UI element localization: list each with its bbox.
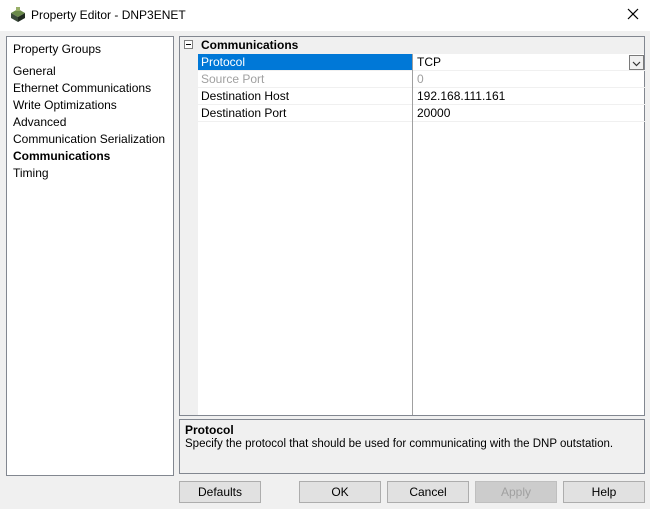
- column-divider[interactable]: [412, 54, 413, 415]
- protocol-dropdown-button[interactable]: [629, 55, 644, 70]
- property-name[interactable]: Protocol: [198, 54, 412, 70]
- property-groups-header: Property Groups: [13, 42, 102, 56]
- group-item-ethernet-communications[interactable]: Ethernet Communications: [13, 80, 165, 97]
- help-button[interactable]: Help: [563, 481, 645, 503]
- protocol-value-text: TCP: [417, 55, 441, 69]
- property-value[interactable]: 192.168.111.161: [413, 88, 645, 104]
- property-name[interactable]: Destination Host: [198, 88, 412, 104]
- group-item-advanced[interactable]: Advanced: [13, 114, 165, 131]
- help-description: Specify the protocol that should be used…: [185, 438, 614, 450]
- property-row-destination-host[interactable]: Destination Host 192.168.111.161: [198, 88, 645, 105]
- property-row-destination-port[interactable]: Destination Port 20000: [198, 105, 645, 122]
- apply-button[interactable]: Apply: [475, 481, 557, 503]
- title-bar: Property Editor - DNP3ENET: [0, 0, 650, 31]
- help-panel: Protocol Specify the protocol that shoul…: [179, 419, 645, 474]
- property-row-protocol[interactable]: Protocol TCP: [198, 54, 645, 71]
- group-item-communications[interactable]: Communications: [13, 148, 165, 165]
- category-row[interactable]: Communications: [180, 37, 644, 54]
- collapse-minus-icon[interactable]: [184, 40, 193, 49]
- group-item-communication-serialization[interactable]: Communication Serialization: [13, 131, 165, 148]
- group-item-write-optimizations[interactable]: Write Optimizations: [13, 97, 165, 114]
- help-title: Protocol: [185, 423, 234, 437]
- property-value[interactable]: 0: [413, 71, 645, 87]
- window-title: Property Editor - DNP3ENET: [31, 8, 186, 22]
- property-editor-icon: [9, 7, 27, 23]
- property-row-source-port[interactable]: Source Port 0: [198, 71, 645, 88]
- category-label: Communications: [201, 38, 299, 52]
- close-button[interactable]: [616, 0, 650, 31]
- cancel-button[interactable]: Cancel: [387, 481, 469, 503]
- property-value[interactable]: 20000: [413, 105, 645, 121]
- property-name[interactable]: Source Port: [198, 71, 412, 87]
- ok-button[interactable]: OK: [299, 481, 381, 503]
- defaults-button[interactable]: Defaults: [179, 481, 261, 503]
- grid-margin: [180, 37, 198, 415]
- property-value[interactable]: TCP: [413, 54, 645, 70]
- group-item-general[interactable]: General: [13, 63, 165, 80]
- chevron-down-icon: [632, 55, 641, 71]
- property-grid: Communications Protocol TCP Source Port …: [179, 36, 645, 416]
- dialog-body: Property Groups General Ethernet Communi…: [0, 31, 650, 509]
- close-icon: [627, 8, 639, 23]
- property-groups-list: General Ethernet Communications Write Op…: [13, 63, 165, 182]
- property-groups-panel: Property Groups General Ethernet Communi…: [6, 36, 174, 476]
- group-item-timing[interactable]: Timing: [13, 165, 165, 182]
- property-name[interactable]: Destination Port: [198, 105, 412, 121]
